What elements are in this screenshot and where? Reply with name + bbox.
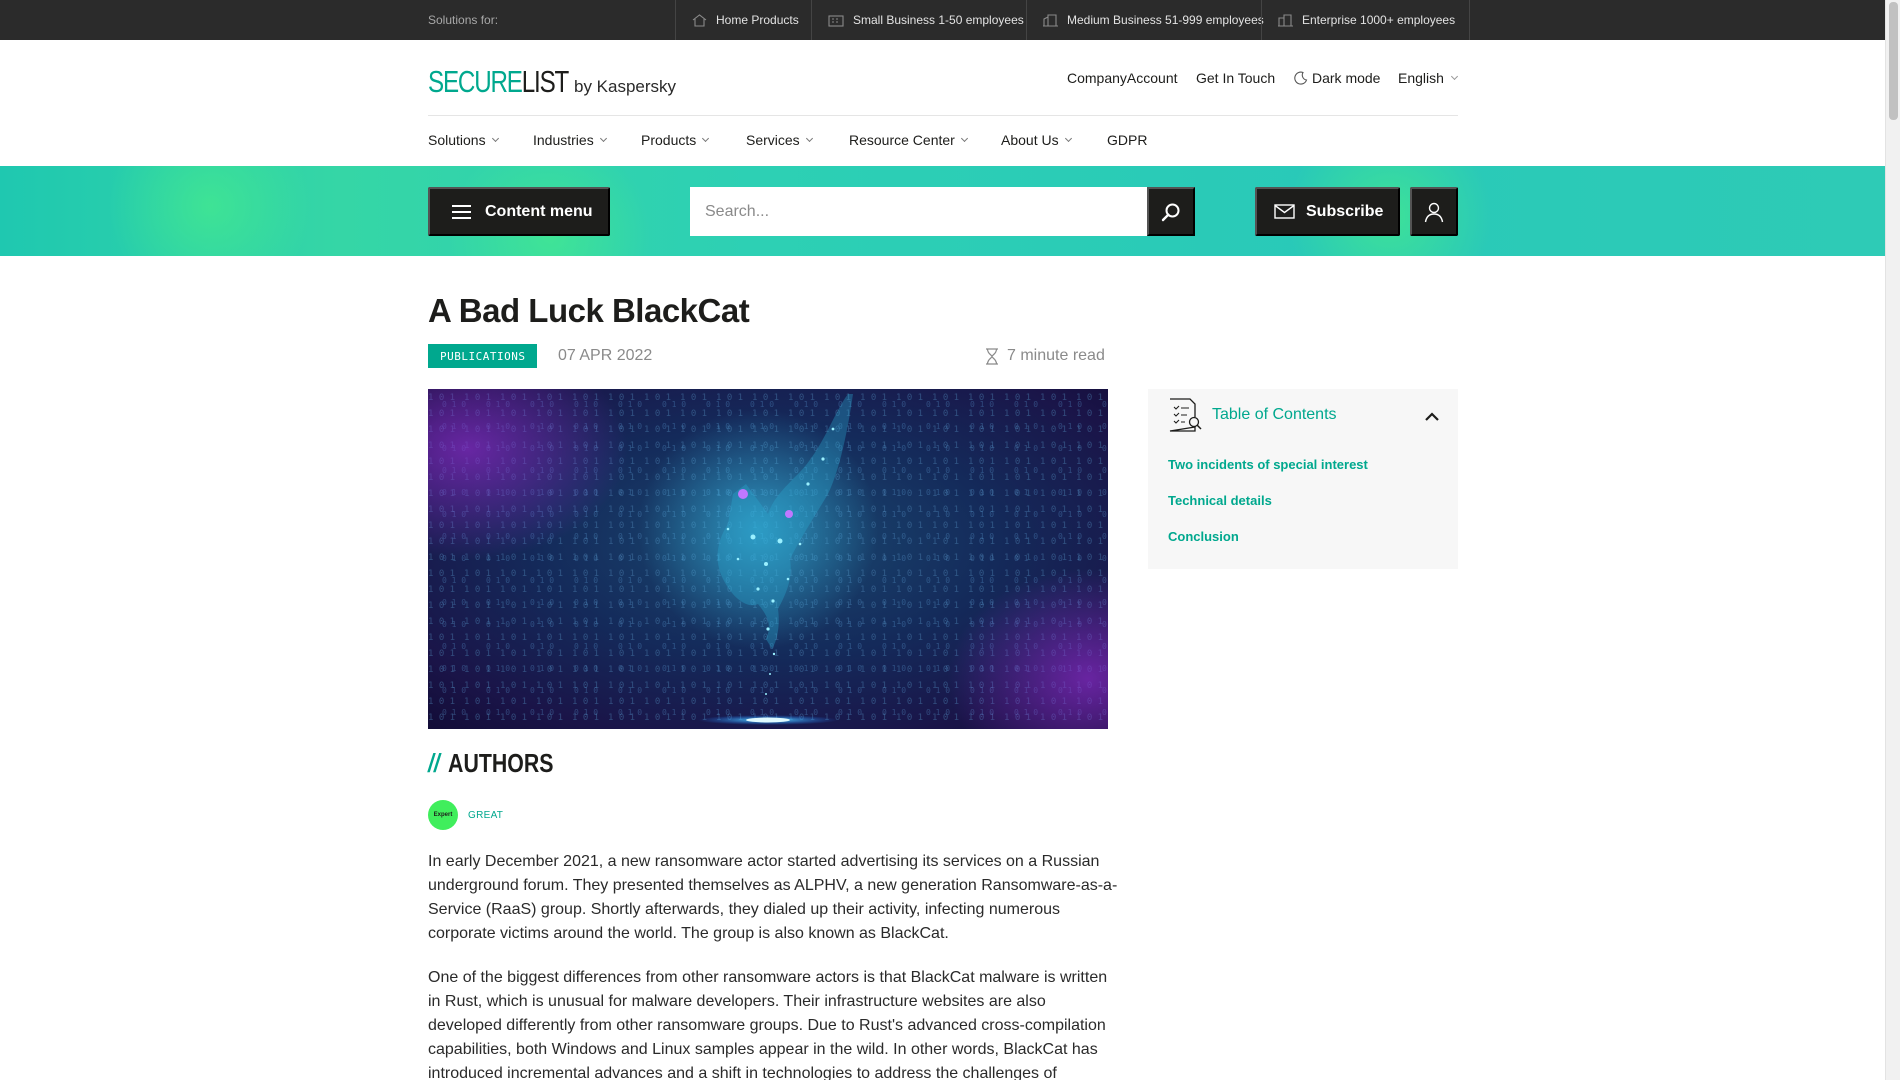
subscribe-label: Subscribe (1306, 202, 1384, 220)
blackcat-illustration: 1 0 1 0 1 0 (428, 389, 1108, 729)
home-products-link[interactable]: Home Products (675, 0, 813, 40)
medium-business-label: Medium Business 51-999 employees (1067, 13, 1264, 27)
nav-industries[interactable]: Industries (533, 132, 607, 148)
publish-date: 07 APR 2022 (558, 347, 653, 364)
toc-header[interactable]: Table of Contents (1168, 397, 1337, 433)
enterprise-link[interactable]: Enterprise 1000+ employees (1261, 0, 1471, 40)
medium-business-icon (1043, 13, 1058, 27)
page-scrollbar[interactable] (1885, 0, 1900, 1080)
dark-mode-label: Dark mode (1312, 70, 1381, 86)
search-band: Content menu Subscribe (0, 166, 1885, 256)
author-link[interactable]: Expert GREAT (428, 800, 503, 830)
chevron-down-icon (1450, 72, 1458, 81)
securelist-logo[interactable]: SECURELIST by Kaspersky (428, 64, 676, 100)
content-menu-label: Content menu (485, 202, 593, 220)
small-business-icon (828, 14, 844, 27)
language-label: English (1398, 70, 1444, 86)
toc-link[interactable]: Conclusion (1168, 529, 1239, 544)
chevron-down-icon (491, 134, 499, 143)
logo-by-kaspersky: by Kaspersky (574, 77, 677, 96)
moon-icon (1294, 71, 1308, 85)
read-time: 7 minute read (985, 347, 1105, 365)
nav-resource-center[interactable]: Resource Center (849, 132, 968, 148)
table-of-contents: Table of Contents Two incidents of speci… (1148, 389, 1458, 569)
small-business-label: Small Business 1-50 employees (853, 13, 1024, 27)
category-tag[interactable]: PUBLICATIONS (428, 344, 538, 368)
chevron-down-icon (1064, 134, 1072, 143)
subscribe-button[interactable]: Subscribe (1255, 187, 1400, 236)
nav-gdpr[interactable]: GDPR (1107, 132, 1147, 148)
toc-link[interactable]: Technical details (1168, 493, 1272, 508)
dark-mode-toggle[interactable]: Dark mode (1294, 70, 1380, 86)
toc-title: Table of Contents (1212, 406, 1337, 423)
search-button[interactable] (1147, 187, 1195, 236)
header-divider (428, 115, 1458, 116)
home-products-label: Home Products (716, 13, 799, 27)
site-header: SECURELIST by Kaspersky CompanyAccount G… (0, 40, 1885, 166)
chevron-up-icon[interactable] (1424, 409, 1440, 427)
nav-services[interactable]: Services (746, 132, 813, 148)
enterprise-icon (1278, 13, 1293, 27)
envelope-icon (1274, 204, 1295, 219)
hourglass-icon (986, 347, 998, 365)
article-paragraph: One of the biggest differences from othe… (428, 969, 1108, 1080)
chevron-down-icon (805, 134, 813, 143)
small-business-link[interactable]: Small Business 1-50 employees (811, 0, 1038, 40)
authors-heading: // AUTHORS (428, 748, 553, 779)
search-icon (1161, 203, 1180, 221)
scrollbar-thumb[interactable] (1889, 2, 1898, 120)
company-account-link[interactable]: CompanyAccount (1067, 70, 1178, 86)
article-hero-image: 1 0 1 0 1 0 (428, 389, 1108, 729)
logo-wordmark: SECURELIST (428, 64, 569, 99)
author-avatar: Expert (428, 800, 458, 830)
nav-products[interactable]: Products (641, 132, 710, 148)
language-selector[interactable]: English (1398, 70, 1458, 86)
band-glow (100, 166, 320, 256)
hamburger-icon (452, 201, 471, 223)
enterprise-label: Enterprise 1000+ employees (1302, 13, 1456, 27)
solutions-for-label: Solutions for: (428, 13, 499, 27)
search-input[interactable] (690, 187, 1148, 236)
user-account-button[interactable] (1410, 187, 1458, 236)
authors-heading-label: AUTHORS (448, 748, 554, 778)
chevron-down-icon (599, 134, 607, 143)
home-icon (692, 13, 707, 27)
article-paragraph: In early December 2021, a new ransomware… (428, 853, 1118, 942)
solutions-topbar: Solutions for: Home Products Small Busin… (0, 0, 1885, 40)
document-search-icon (1169, 398, 1202, 432)
read-time-label: 7 minute read (1007, 347, 1105, 364)
medium-business-link[interactable]: Medium Business 51-999 employees (1026, 0, 1278, 40)
toc-link[interactable]: Two incidents of special interest (1168, 457, 1368, 472)
get-in-touch-link[interactable]: Get In Touch (1196, 70, 1275, 86)
author-name: GREAT (468, 809, 504, 821)
content-menu-button[interactable]: Content menu (428, 187, 610, 236)
chevron-down-icon (702, 134, 710, 143)
article-title: A Bad Luck BlackCat (428, 292, 750, 329)
authors-slashes: // (428, 748, 440, 778)
nav-about-us[interactable]: About Us (1001, 132, 1072, 148)
nav-solutions[interactable]: Solutions (428, 132, 499, 148)
chevron-down-icon (960, 134, 968, 143)
user-icon (1424, 202, 1444, 222)
